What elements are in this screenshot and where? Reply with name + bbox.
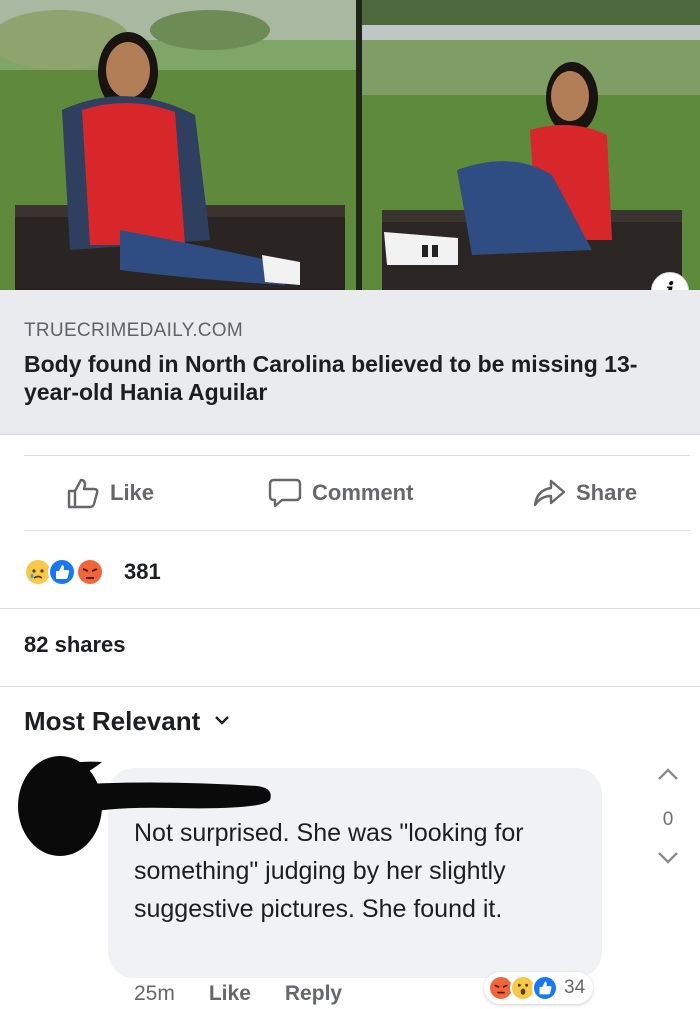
photo-right[interactable] bbox=[362, 0, 700, 290]
redacted-avatar-and-name bbox=[12, 748, 282, 868]
angry-reaction-icon bbox=[76, 558, 104, 586]
shared-photos[interactable] bbox=[0, 0, 700, 290]
comment-reaction-count: 34 bbox=[564, 977, 586, 998]
downvote-chevron-icon[interactable] bbox=[656, 849, 680, 872]
comment-meta: 25m Like Reply bbox=[134, 982, 342, 1006]
vote-count: 0 bbox=[662, 809, 674, 830]
thumbs-up-icon bbox=[66, 477, 100, 509]
comment-timestamp: 25m bbox=[134, 982, 175, 1005]
comment-sort-dropdown[interactable]: Most Relevant bbox=[24, 706, 230, 737]
like-reaction-icon bbox=[532, 975, 558, 1001]
upvote-chevron-icon[interactable] bbox=[656, 765, 680, 788]
share-arrow-icon bbox=[532, 478, 566, 508]
vote-control: 0 bbox=[646, 765, 690, 875]
comment-icon bbox=[268, 477, 302, 509]
shares-count[interactable]: 82 shares bbox=[24, 632, 126, 658]
action-bar: Like Comment Share bbox=[24, 455, 690, 531]
link-preview[interactable]: TRUECRIMEDAILY.COM Body found in North C… bbox=[0, 290, 700, 435]
link-title[interactable]: Body found in North Carolina believed to… bbox=[24, 350, 684, 406]
comment-reactions[interactable]: 34 bbox=[484, 972, 594, 1004]
divider bbox=[0, 608, 700, 609]
comment-reaction-icons bbox=[488, 975, 560, 1001]
like-button[interactable]: Like bbox=[66, 476, 154, 510]
comment-label: Comment bbox=[312, 480, 414, 505]
comment-button[interactable]: Comment bbox=[268, 476, 413, 510]
share-label: Share bbox=[576, 480, 638, 505]
like-label: Like bbox=[110, 480, 155, 505]
chevron-down-icon bbox=[214, 713, 230, 731]
photo-left[interactable] bbox=[0, 0, 356, 290]
comment-reply-link[interactable]: Reply bbox=[285, 982, 342, 1006]
like-reaction-icon bbox=[48, 558, 76, 586]
divider bbox=[0, 686, 700, 687]
sort-label: Most Relevant bbox=[24, 706, 201, 736]
reaction-icons bbox=[24, 557, 120, 587]
comment-like-link[interactable]: Like bbox=[209, 982, 251, 1006]
reaction-count: 381 bbox=[124, 559, 161, 584]
reactions-summary[interactable]: 381 bbox=[24, 555, 161, 589]
link-domain: TRUECRIMEDAILY.COM bbox=[24, 320, 244, 341]
share-button[interactable]: Share bbox=[532, 476, 637, 510]
